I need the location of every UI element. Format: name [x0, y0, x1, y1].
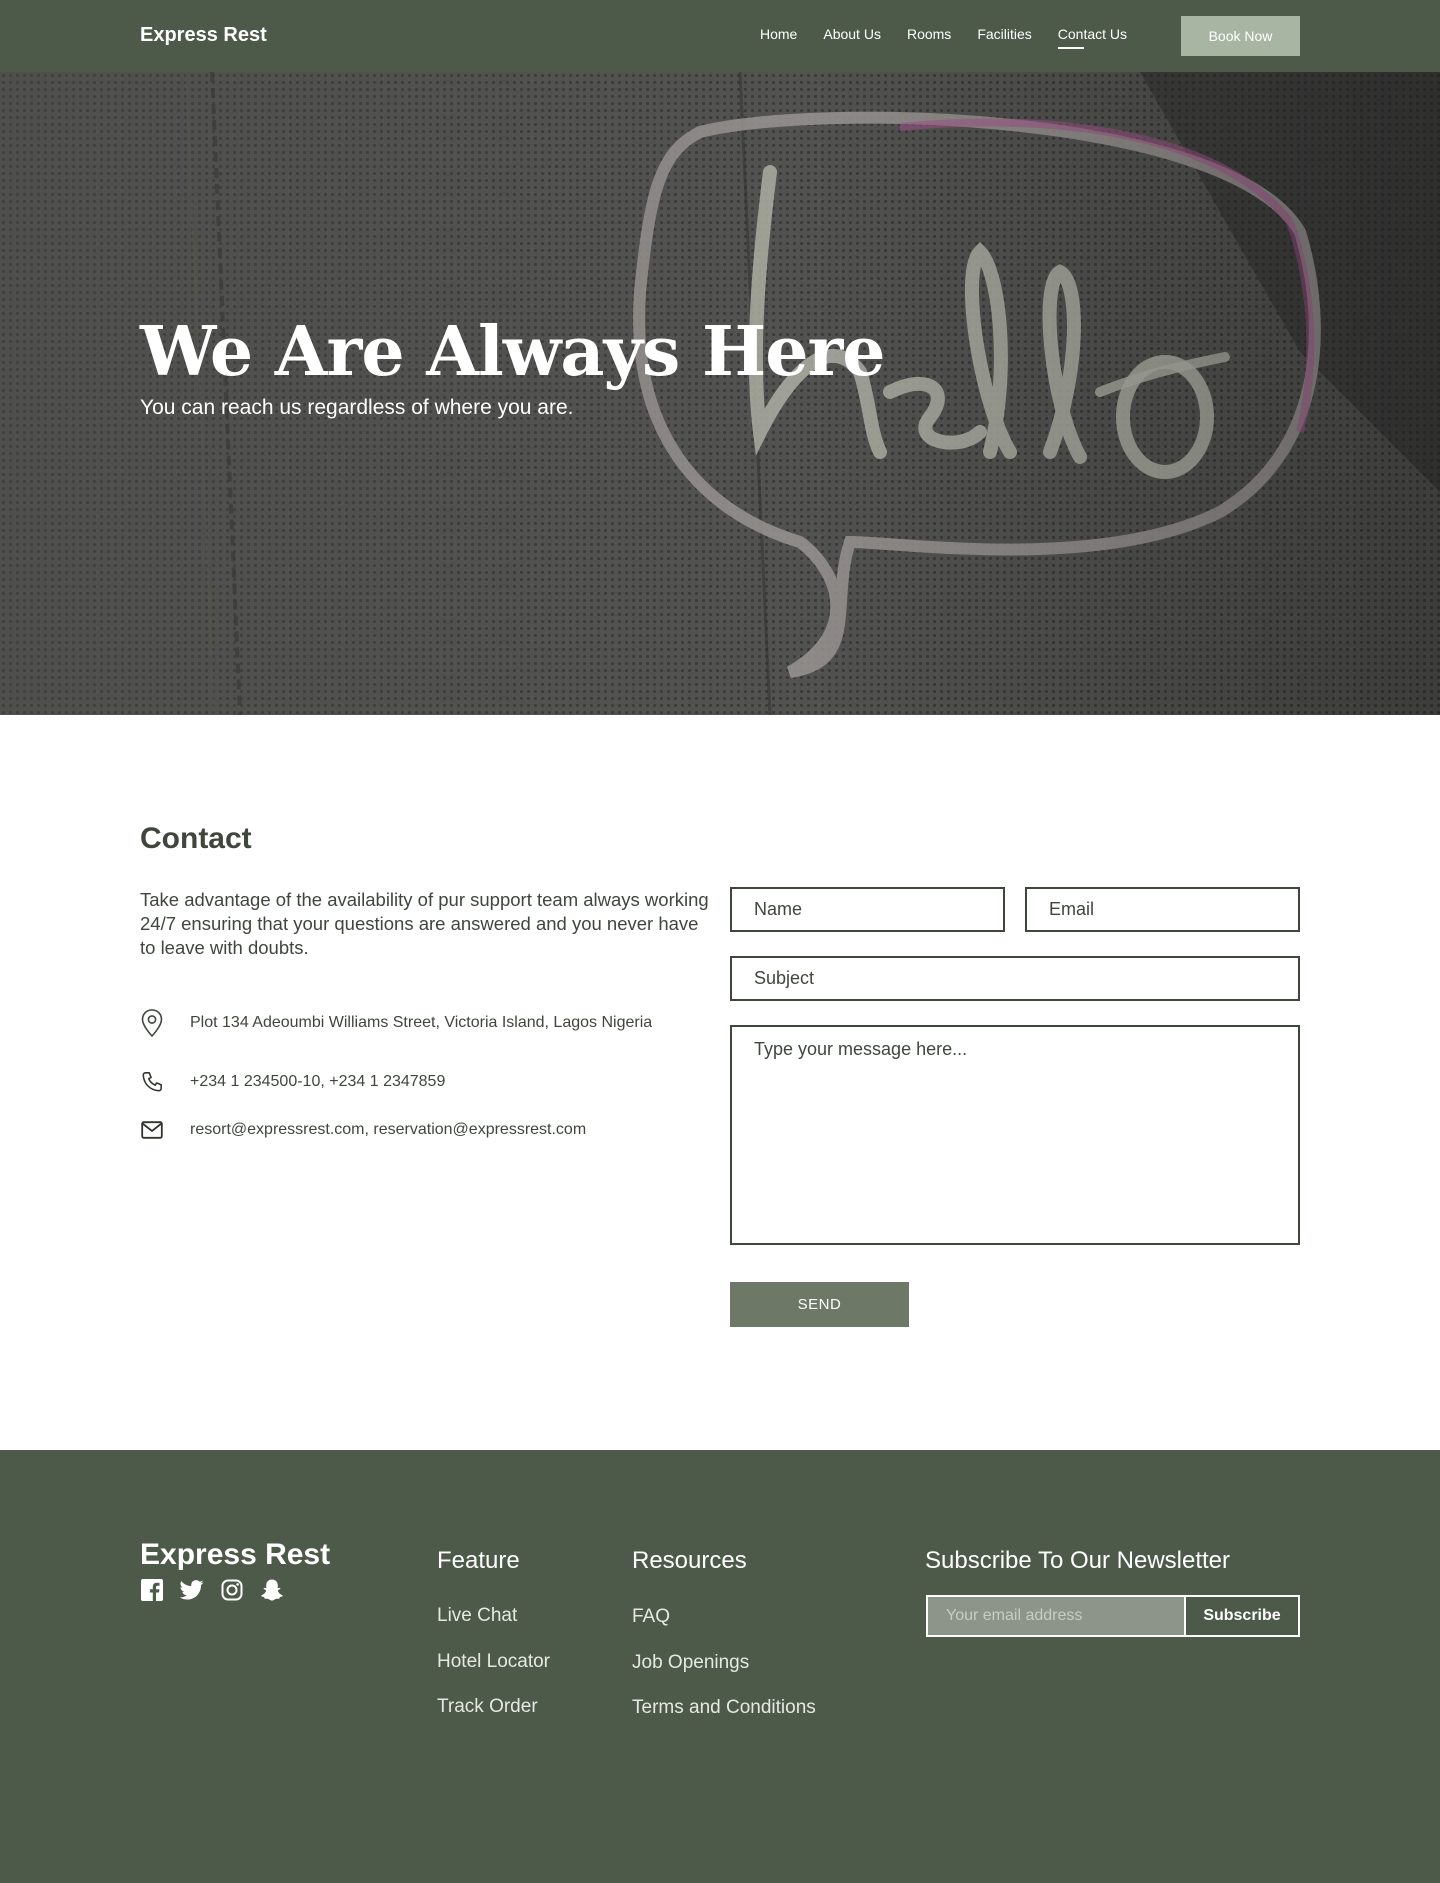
map-pin-icon: [140, 1009, 164, 1037]
job-openings-link[interactable]: Job Openings: [632, 1652, 749, 1674]
nav-about-us[interactable]: About Us: [823, 26, 881, 46]
address-row: Plot 134 Adeoumbi Williams Street, Victo…: [140, 1009, 653, 1037]
book-now-button[interactable]: Book Now: [1181, 16, 1300, 56]
faq-link[interactable]: FAQ: [632, 1606, 670, 1628]
facebook-icon[interactable]: [140, 1578, 164, 1602]
nav-links: Home About Us Rooms Facilities Contact U…: [760, 0, 1153, 72]
subject-field[interactable]: [730, 956, 1300, 1001]
brand-logo[interactable]: Express Rest: [140, 24, 267, 47]
live-chat-link[interactable]: Live Chat: [437, 1605, 517, 1627]
email-field[interactable]: [1025, 887, 1300, 932]
phone-icon: [140, 1070, 164, 1094]
navbar: Express Rest Home About Us Rooms Facilit…: [0, 0, 1440, 72]
hero-subtitle: You can reach us regardless of where you…: [140, 396, 574, 419]
footer-brand: Express Rest: [140, 1538, 331, 1571]
resources-title: Resources: [632, 1547, 747, 1574]
nav-contact-us[interactable]: Contact Us: [1057, 26, 1127, 49]
hotel-locator-link[interactable]: Hotel Locator: [437, 1651, 550, 1673]
newsletter-email-input[interactable]: [928, 1597, 1184, 1635]
snapchat-icon[interactable]: [260, 1578, 284, 1602]
send-button[interactable]: SEND: [730, 1282, 909, 1327]
subscribe-button[interactable]: Subscribe: [1184, 1597, 1298, 1635]
terms-link[interactable]: Terms and Conditions: [632, 1697, 816, 1719]
newsletter-form: Subscribe: [926, 1595, 1300, 1637]
social-links: [140, 1578, 300, 1602]
name-field[interactable]: [730, 887, 1005, 932]
newsletter-title: Subscribe To Our Newsletter: [925, 1547, 1231, 1574]
hero-banner: We Are Always Here You can reach us rega…: [0, 72, 1440, 715]
feature-title: Feature: [437, 1547, 520, 1574]
footer: Express Rest Feature Live Chat Hotel Loc…: [0, 1450, 1440, 1883]
email-row: resort@expressrest.com, reservation@expr…: [140, 1118, 586, 1142]
hero-overlay: [0, 72, 1440, 715]
contact-heading: Contact: [140, 822, 252, 855]
track-order-link[interactable]: Track Order: [437, 1696, 538, 1718]
hero-title: We Are Always Here: [140, 312, 886, 392]
twitter-icon[interactable]: [180, 1578, 204, 1602]
nav-facilities[interactable]: Facilities: [977, 26, 1031, 46]
instagram-icon[interactable]: [220, 1578, 244, 1602]
address-text: Plot 134 Adeoumbi Williams Street, Victo…: [190, 1014, 653, 1031]
email-text: resort@expressrest.com, reservation@expr…: [190, 1121, 587, 1138]
contact-intro: Take advantage of the availability of pu…: [140, 889, 709, 958]
nav-rooms[interactable]: Rooms: [907, 26, 951, 46]
mail-icon: [140, 1118, 164, 1142]
phone-text: +234 1 234500-10, +234 1 2347859: [190, 1073, 446, 1090]
nav-home[interactable]: Home: [760, 26, 797, 46]
phone-row: +234 1 234500-10, +234 1 2347859: [140, 1070, 445, 1094]
message-field[interactable]: [730, 1025, 1300, 1245]
